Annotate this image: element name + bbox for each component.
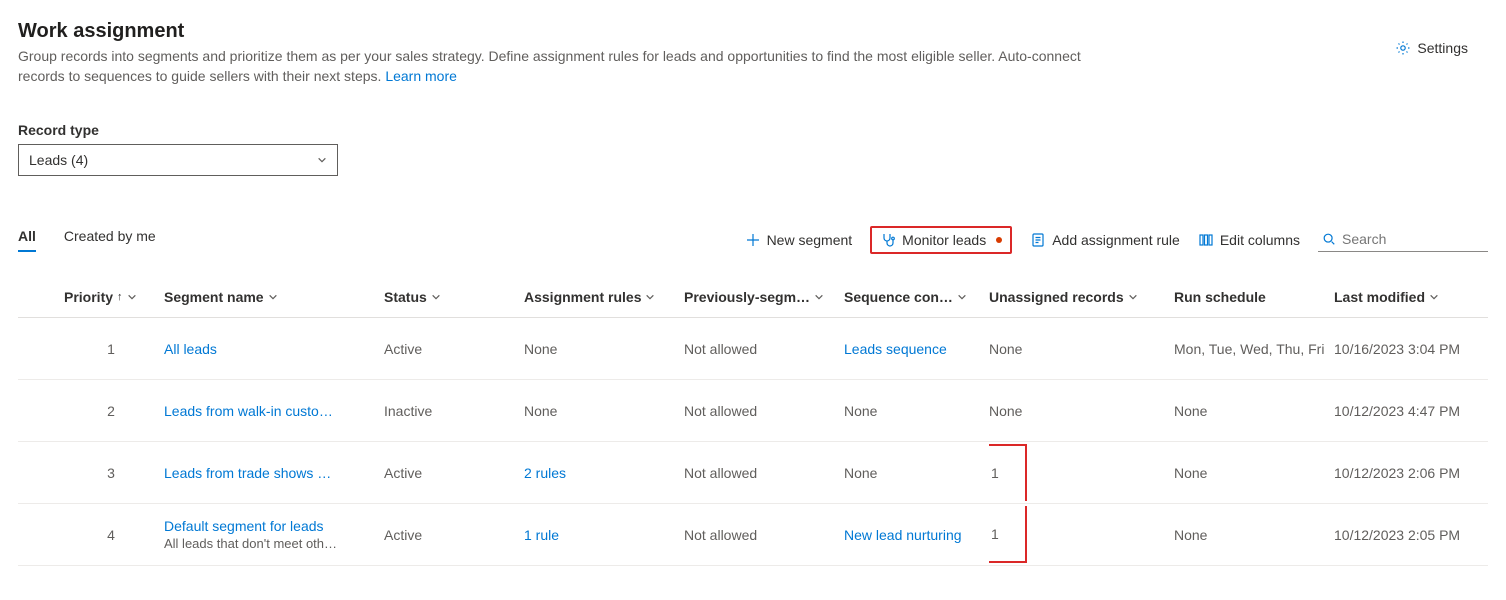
- segments-table: Priority ↑ Segment name Status Assignmen…: [18, 276, 1488, 566]
- run-schedule-cell: None: [1174, 527, 1334, 543]
- col-run-schedule[interactable]: Run schedule: [1174, 289, 1334, 305]
- plus-icon: [745, 232, 761, 248]
- previously-segmented-cell: Not allowed: [684, 403, 844, 419]
- col-last-modified-label: Last modified: [1334, 289, 1425, 305]
- col-previously-segmented-label: Previously-segm…: [684, 289, 810, 305]
- tab-created-by-me[interactable]: Created by me: [64, 228, 156, 252]
- page-title: Work assignment: [18, 20, 1118, 43]
- priority-cell: 3: [64, 465, 164, 481]
- edit-columns-label: Edit columns: [1220, 232, 1300, 248]
- chevron-down-icon: [814, 292, 824, 302]
- last-modified-cell: 10/16/2023 3:04 PM: [1334, 341, 1484, 357]
- col-assignment-rules[interactable]: Assignment rules: [524, 289, 684, 305]
- chevron-down-icon: [957, 292, 967, 302]
- status-cell: Active: [384, 465, 524, 481]
- col-last-modified[interactable]: Last modified: [1334, 289, 1484, 305]
- col-unassigned-records[interactable]: Unassigned records: [989, 289, 1174, 305]
- chevron-down-icon: [1429, 292, 1439, 302]
- status-cell: Inactive: [384, 403, 524, 419]
- assignment-rules-cell: None: [524, 403, 684, 419]
- table-row[interactable]: 3Leads from trade shows …Active2 rulesNo…: [18, 442, 1488, 504]
- monitor-leads-label: Monitor leads: [902, 232, 986, 248]
- run-schedule-cell: Mon, Tue, Wed, Thu, Fri: [1174, 341, 1334, 357]
- col-sequence-connected-label: Sequence con…: [844, 289, 953, 305]
- last-modified-cell: 10/12/2023 4:47 PM: [1334, 403, 1484, 419]
- settings-label: Settings: [1417, 40, 1468, 56]
- run-schedule-cell: None: [1174, 465, 1334, 481]
- page-subtitle: Group records into segments and prioriti…: [18, 47, 1118, 86]
- edit-columns-button[interactable]: Edit columns: [1198, 232, 1300, 248]
- col-unassigned-records-label: Unassigned records: [989, 289, 1124, 305]
- new-segment-label: New segment: [767, 232, 853, 248]
- sort-asc-icon: ↑: [117, 291, 123, 303]
- unassigned-records-cell: 1: [989, 506, 1174, 563]
- record-type-select[interactable]: Leads (4): [18, 144, 338, 176]
- segment-name-cell[interactable]: Leads from trade shows …: [164, 465, 384, 481]
- previously-segmented-cell: Not allowed: [684, 527, 844, 543]
- priority-cell: 4: [64, 527, 164, 543]
- gear-icon: [1395, 40, 1411, 56]
- table-row[interactable]: 2Leads from walk-in custo…InactiveNoneNo…: [18, 380, 1488, 442]
- col-status-label: Status: [384, 289, 427, 305]
- settings-button[interactable]: Settings: [1395, 40, 1468, 56]
- chevron-down-icon: [127, 292, 137, 302]
- tabs: All Created by me: [18, 228, 156, 252]
- col-segment-name[interactable]: Segment name: [164, 289, 384, 305]
- priority-cell: 2: [64, 403, 164, 419]
- col-assignment-rules-label: Assignment rules: [524, 289, 641, 305]
- columns-icon: [1198, 232, 1214, 248]
- assignment-rules-cell[interactable]: 2 rules: [524, 465, 684, 481]
- search-icon: [1322, 231, 1336, 247]
- chevron-down-icon: [317, 155, 327, 165]
- last-modified-cell: 10/12/2023 2:05 PM: [1334, 527, 1484, 543]
- col-previously-segmented[interactable]: Previously-segm…: [684, 289, 844, 305]
- segment-name-cell[interactable]: Leads from walk-in custo…: [164, 403, 384, 419]
- col-status[interactable]: Status: [384, 289, 524, 305]
- previously-segmented-cell: Not allowed: [684, 341, 844, 357]
- assignment-rules-cell[interactable]: 1 rule: [524, 527, 684, 543]
- chevron-down-icon: [268, 292, 278, 302]
- run-schedule-cell: None: [1174, 403, 1334, 419]
- stethoscope-icon: [880, 232, 896, 248]
- unassigned-records-cell: None: [989, 403, 1174, 419]
- priority-cell: 1: [64, 341, 164, 357]
- sequence-cell[interactable]: Leads sequence: [844, 341, 989, 357]
- record-type-value: Leads (4): [29, 152, 88, 168]
- col-sequence-connected[interactable]: Sequence con…: [844, 289, 989, 305]
- record-type-label: Record type: [18, 122, 1488, 138]
- search-input[interactable]: [1342, 231, 1484, 247]
- table-header: Priority ↑ Segment name Status Assignmen…: [18, 276, 1488, 318]
- chevron-down-icon: [431, 292, 441, 302]
- sequence-cell: None: [844, 465, 989, 481]
- col-run-schedule-label: Run schedule: [1174, 289, 1266, 305]
- segment-name-cell[interactable]: All leads: [164, 341, 384, 357]
- sequence-cell[interactable]: New lead nurturing: [844, 527, 989, 543]
- table-row[interactable]: 4Default segment for leadsAll leads that…: [18, 504, 1488, 566]
- search-box[interactable]: [1318, 229, 1488, 252]
- subtitle-text: Group records into segments and prioriti…: [18, 48, 1081, 84]
- learn-more-link[interactable]: Learn more: [385, 68, 457, 84]
- add-assignment-rule-button[interactable]: Add assignment rule: [1030, 232, 1180, 248]
- previously-segmented-cell: Not allowed: [684, 465, 844, 481]
- new-segment-button[interactable]: New segment: [745, 232, 853, 248]
- chevron-down-icon: [645, 292, 655, 302]
- col-segment-name-label: Segment name: [164, 289, 264, 305]
- last-modified-cell: 10/12/2023 2:06 PM: [1334, 465, 1484, 481]
- tab-all[interactable]: All: [18, 228, 36, 252]
- chevron-down-icon: [1128, 292, 1138, 302]
- status-cell: Active: [384, 527, 524, 543]
- add-assignment-rule-label: Add assignment rule: [1052, 232, 1180, 248]
- col-priority[interactable]: Priority ↑: [64, 289, 164, 305]
- table-row[interactable]: 1All leadsActiveNoneNot allowedLeads seq…: [18, 318, 1488, 380]
- col-priority-label: Priority: [64, 289, 113, 305]
- assignment-rules-cell: None: [524, 341, 684, 357]
- monitor-leads-button[interactable]: Monitor leads: [870, 226, 1012, 254]
- sequence-cell: None: [844, 403, 989, 419]
- status-cell: Active: [384, 341, 524, 357]
- segment-name-cell[interactable]: Default segment for leadsAll leads that …: [164, 518, 384, 551]
- notification-dot-icon: [996, 237, 1002, 243]
- unassigned-records-cell: 1: [989, 444, 1174, 501]
- document-icon: [1030, 232, 1046, 248]
- unassigned-records-cell: None: [989, 341, 1174, 357]
